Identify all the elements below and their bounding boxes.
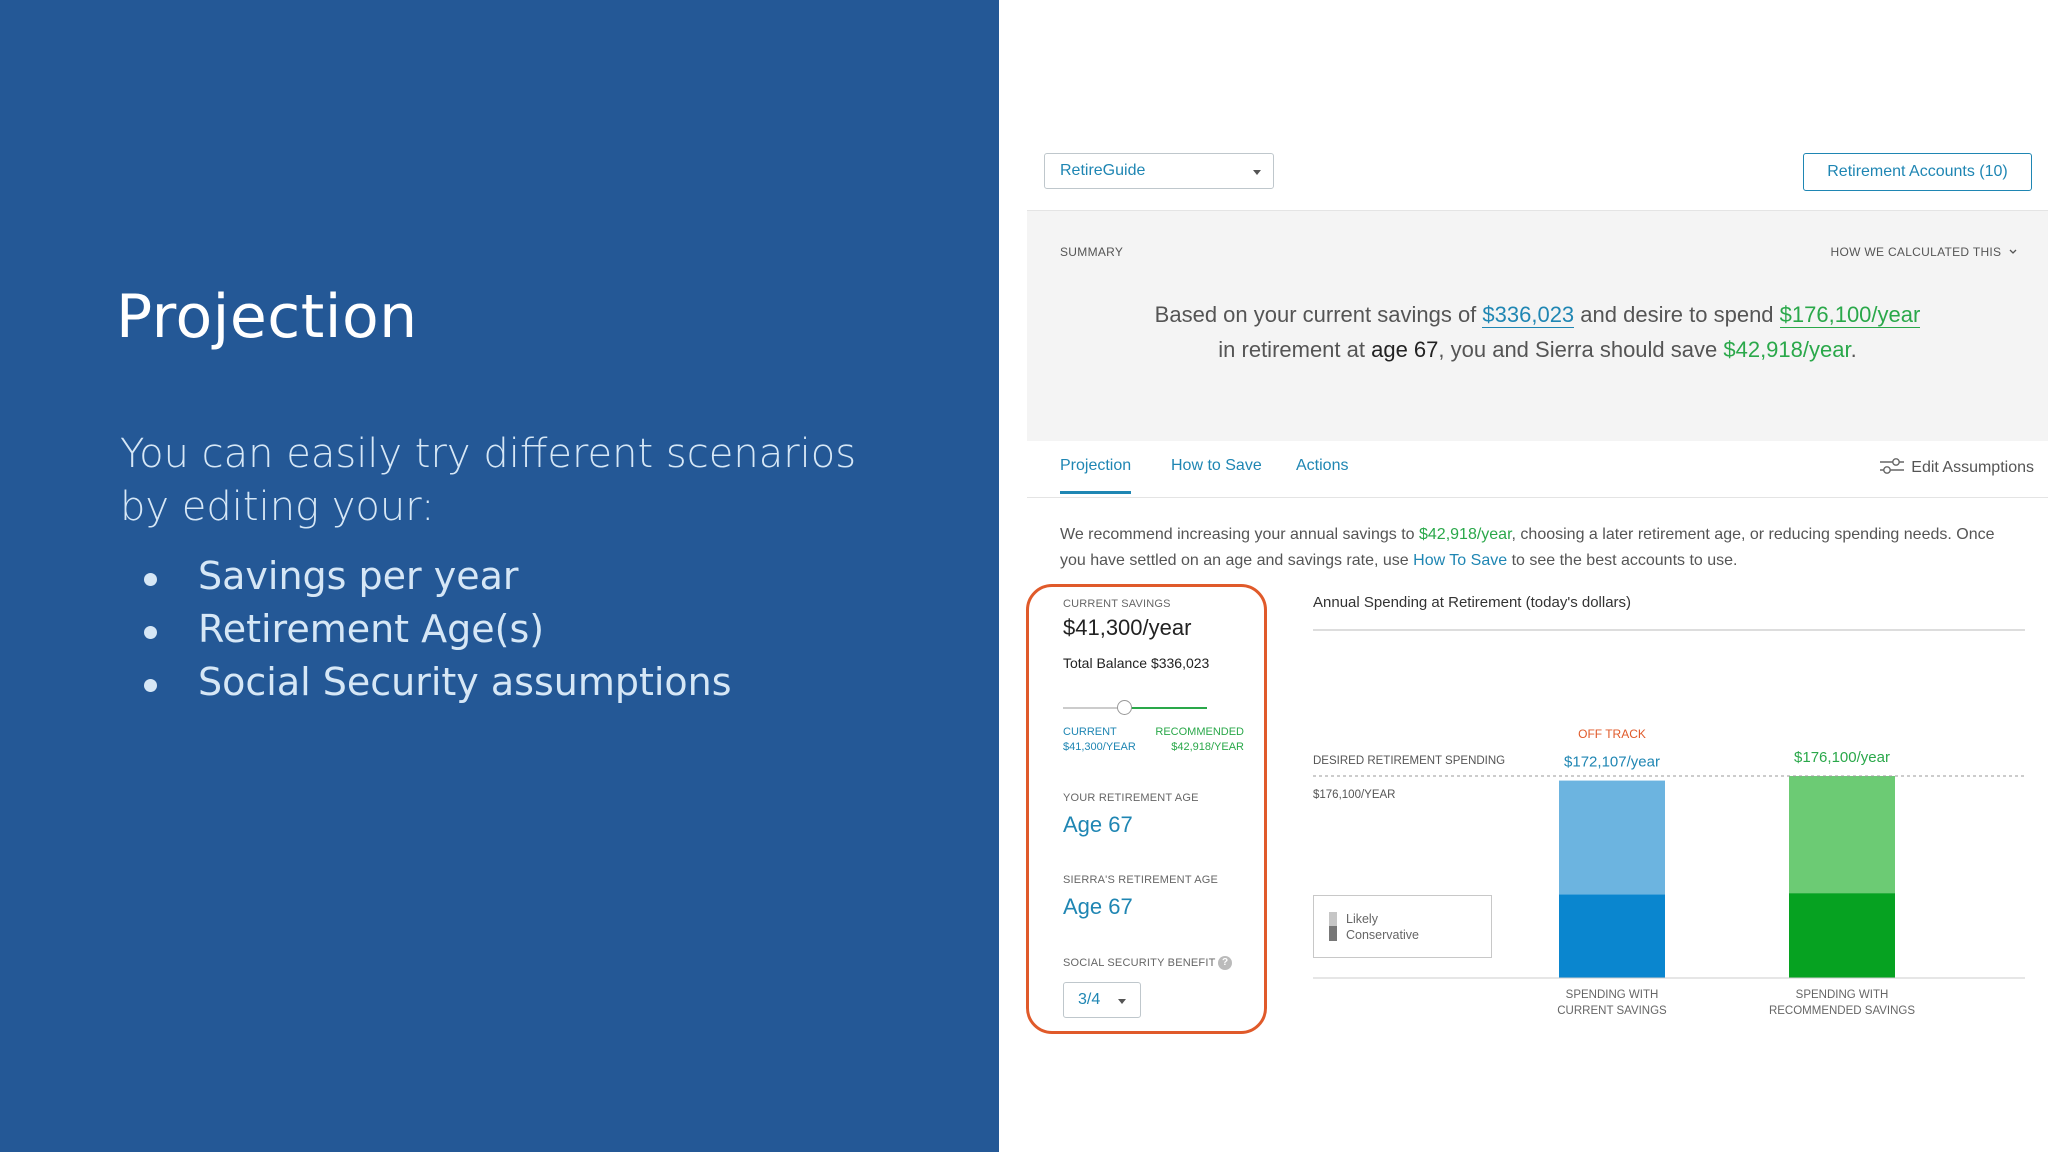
category-label: SPENDING WITH [1796,989,1889,1001]
recommended-save-amount: $42,918/year [1723,337,1851,362]
retirement-age-value[interactable]: Age 67 [1063,812,1133,838]
app-selector-dropdown[interactable]: RetireGuide [1044,153,1274,189]
bar-conservative [1559,894,1665,978]
savings-slider-handle[interactable] [1117,700,1132,715]
bullet-item: Retirement Age(s) [140,607,732,660]
savings-slider-track-recommended[interactable] [1125,707,1207,709]
current-savings-value[interactable]: $41,300/year [1063,615,1191,641]
tab-how-to-save[interactable]: How to Save [1171,457,1262,475]
scenario-controls: CURRENT SAVINGS $41,300/year Total Balan… [1026,584,1267,1034]
app-window: RetireGuide Retirement Accounts (10) SUM… [999,0,2048,1152]
tab-bar: Projection How to Save Actions Edit Assu… [1027,440,2048,498]
chart-canvas: $172,107/year SPENDING WITH CURRENT SAVING… [1313,629,2025,1017]
tab-projection[interactable]: Projection [1060,457,1132,494]
category-label: CURRENT SAVINGS [1557,1005,1667,1017]
chevron-down-icon [2009,249,2017,254]
slide-title: Projection [116,282,418,352]
bar-likely [1789,776,1895,894]
bar-likely [1559,780,1665,895]
reference-line-label: DESIRED RETIREMENT SPENDING [1313,755,1505,767]
slide-bullet-list: Savings per year Retirement Age(s) Socia… [140,554,732,713]
sliders-icon [1880,458,1905,474]
desired-spend-link[interactable]: $176,100/year [1779,302,1921,328]
legend-label-conservative: Conservative [1346,928,1419,942]
current-savings-link[interactable]: $336,023 [1482,302,1575,328]
bullet-item: Social Security assumptions [140,660,732,713]
bar-total-label: $172,107/year [1564,754,1660,771]
slider-current-caption: CURRENT $41,300/YEAR [1063,726,1136,753]
legend-swatch-likely [1329,912,1337,926]
active-tab-indicator [1060,491,1132,494]
reference-line-value: $176,100/YEAR [1313,789,1395,801]
legend-swatch-conservative [1329,926,1337,941]
category-label: SPENDING WITH [1566,989,1659,1001]
summary-panel: SUMMARY HOW WE CALCULATED THIS Based on … [1027,210,2048,441]
how-we-calculated-link[interactable]: HOW WE CALCULATED THIS [1831,245,2018,259]
summary-label: SUMMARY [1060,245,1124,259]
caret-down-icon [1118,999,1126,1004]
edit-assumptions-button[interactable]: Edit Assumptions [1879,456,2034,477]
retirement-age-label: YOUR RETIREMENT AGE [1063,792,1199,804]
tab-actions[interactable]: Actions [1296,457,1348,475]
chart-legend-box [1313,895,1492,958]
bar-total-label: $176,100/year [1794,749,1890,766]
bullet-dot-icon [144,679,157,692]
bullet-dot-icon [144,573,157,586]
recommendation-text: We recommend increasing your annual savi… [1060,526,1995,569]
slider-recommended-caption: RECOMMENDED $42,918/YEAR [1155,726,1244,753]
bullet-dot-icon [144,626,157,639]
recommended-amount: $42,918/year [1419,526,1512,543]
off-track-status: OFF TRACK [1578,727,1646,741]
caret-down-icon [1253,170,1261,175]
bullet-item: Savings per year [140,554,732,607]
app-selector-value: RetireGuide [1060,162,1146,179]
sierra-retirement-age-value[interactable]: Age 67 [1063,894,1133,920]
savings-slider-track[interactable] [1063,707,1125,709]
slide-panel: Projection You can easily try different … [0,0,999,1152]
total-balance: Total Balance $336,023 [1063,655,1210,671]
summary-statement: Based on your current savings of $336,02… [1154,302,1921,362]
how-to-save-link[interactable]: How To Save [1413,552,1507,569]
retirement-age-text: age 67 [1371,337,1439,362]
retirement-accounts-button[interactable]: Retirement Accounts (10) [1803,153,2032,191]
category-label: RECOMMENDED SAVINGS [1769,1005,1915,1017]
bar-conservative [1789,893,1895,978]
spending-chart: Annual Spending at Retirement (today's d… [1313,586,2025,1026]
legend-label-likely: Likely [1346,912,1379,926]
social-security-label: SOCIAL SECURITY BENEFIT [1063,957,1216,969]
social-security-select[interactable]: 3/4 [1063,982,1141,1018]
help-icon[interactable]: ? [1218,956,1232,970]
slide-intro: You can easily try different scenarios b… [120,431,857,530]
sierra-retirement-age-label: SIERRA'S RETIREMENT AGE [1063,874,1219,886]
current-savings-label: CURRENT SAVINGS [1063,598,1171,610]
